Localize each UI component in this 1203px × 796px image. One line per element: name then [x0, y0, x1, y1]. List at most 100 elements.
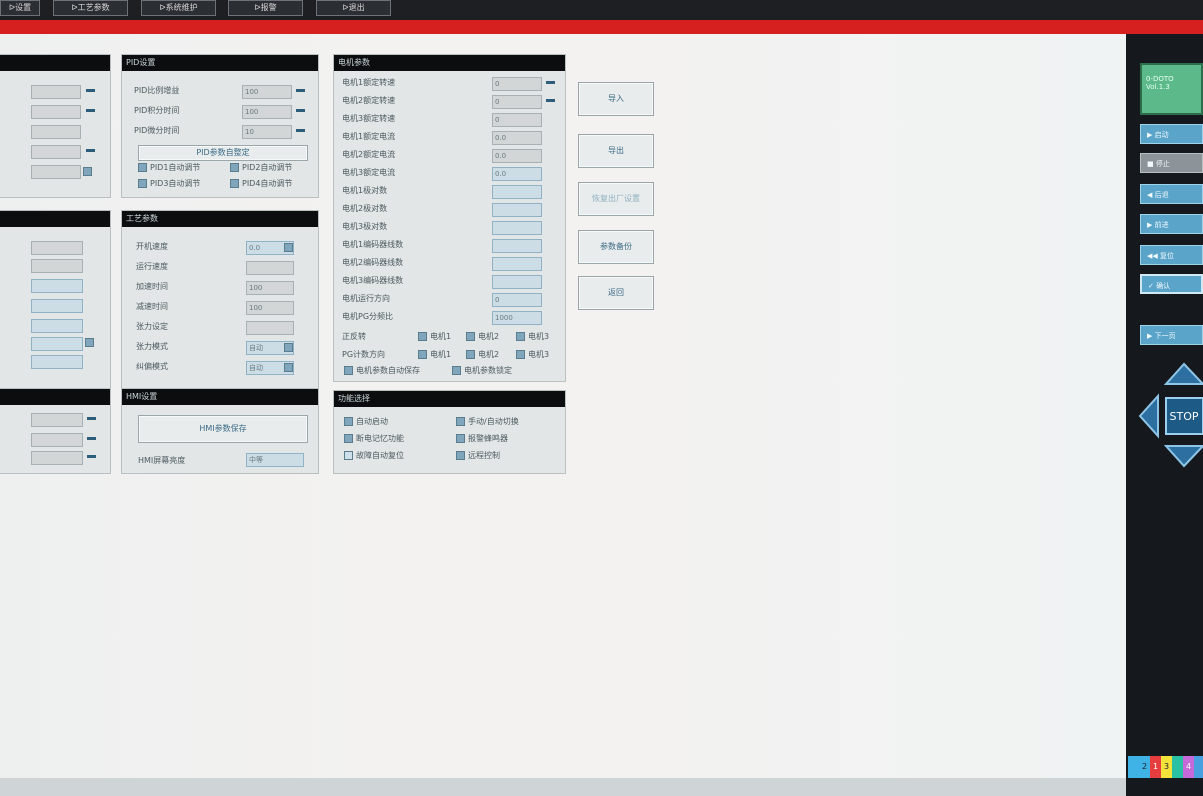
- motor-row2-label-1: 正反转: [342, 332, 366, 341]
- pid-field-1[interactable]: 100: [242, 85, 292, 99]
- left1-field-2[interactable]: [31, 105, 81, 119]
- left1-field-3[interactable]: [31, 125, 81, 139]
- pid4-checkbox[interactable]: [230, 179, 239, 188]
- lock-label: 电机参数锁定: [464, 366, 512, 375]
- motor-field-5[interactable]: 0.0: [492, 149, 542, 163]
- proc-field-3[interactable]: 100: [246, 281, 294, 295]
- motor-field-4[interactable]: 0.0: [492, 131, 542, 145]
- proc-field-2[interactable]: [246, 261, 294, 275]
- motor-label-9: 电机3极对数: [342, 222, 388, 231]
- dropdown-arrow-icon[interactable]: [284, 343, 293, 352]
- left3-field-1[interactable]: [31, 413, 83, 427]
- pid3-checkbox[interactable]: [138, 179, 147, 188]
- menu-maintenance[interactable]: ᐅ系统维护: [141, 0, 216, 16]
- motor-field-12[interactable]: [492, 275, 542, 289]
- backup-button[interactable]: 参数备份: [578, 230, 654, 264]
- manual-auto-label: 手动/自动切换: [468, 417, 519, 426]
- pg-motor3-checkbox[interactable]: [516, 350, 525, 359]
- return-button[interactable]: 返回: [578, 276, 654, 310]
- dropdown-arrow-icon[interactable]: [85, 338, 94, 347]
- dash-icon: [86, 149, 95, 152]
- menu-process-params[interactable]: ᐅ工艺参数: [53, 0, 128, 16]
- pg-motor1-checkbox[interactable]: [418, 350, 427, 359]
- arrow-left-icon[interactable]: [1138, 393, 1159, 439]
- panel-hmi: HMI设置 HMI参数保存 HMI屏幕亮度 中等: [121, 388, 319, 474]
- palette-cyan-2: 2: [1139, 756, 1150, 778]
- factory-reset-button[interactable]: 恢复出厂设置: [578, 182, 654, 216]
- motor-field-6[interactable]: 0.0: [492, 167, 542, 181]
- motor-field-8[interactable]: [492, 203, 542, 217]
- forward-button[interactable]: ▶ 前进: [1140, 214, 1203, 234]
- left3-field-2[interactable]: [31, 433, 83, 447]
- autostart-checkbox[interactable]: [344, 417, 353, 426]
- left3-field-3[interactable]: [31, 451, 83, 465]
- autoreset-checkbox[interactable]: [344, 451, 353, 460]
- hmi-save-button[interactable]: HMI参数保存: [138, 415, 308, 443]
- dropdown-arrow-icon[interactable]: [284, 363, 293, 372]
- motor-label-5: 电机2额定电流: [342, 150, 396, 159]
- dropdown-arrow-icon[interactable]: [83, 167, 92, 176]
- dir-motor3-checkbox[interactable]: [516, 332, 525, 341]
- motor-label-12: 电机3编码器线数: [342, 276, 404, 285]
- left2-field-7[interactable]: [31, 355, 83, 369]
- reset-button[interactable]: ◀◀ 复位: [1140, 245, 1203, 265]
- dropdown-arrow-icon[interactable]: [284, 243, 293, 252]
- arrow-up-icon[interactable]: [1163, 362, 1203, 385]
- start-button[interactable]: ▶ 启动: [1140, 124, 1203, 144]
- memory-checkbox[interactable]: [344, 434, 353, 443]
- dir-motor1-checkbox[interactable]: [418, 332, 427, 341]
- menu-settings[interactable]: ᐅ设置: [0, 0, 40, 16]
- buzzer-checkbox[interactable]: [456, 434, 465, 443]
- pid-autotune-button[interactable]: PID参数自整定: [138, 145, 308, 161]
- motor-field-7[interactable]: [492, 185, 542, 199]
- alarm-bar: [0, 20, 1203, 34]
- pid1-checkbox[interactable]: [138, 163, 147, 172]
- arrow-down-icon[interactable]: [1163, 445, 1203, 468]
- manual-auto-checkbox[interactable]: [456, 417, 465, 426]
- motor-field-14[interactable]: 1000: [492, 311, 542, 325]
- left2-field-4[interactable]: [31, 299, 83, 313]
- motor-field-9[interactable]: [492, 221, 542, 235]
- menu-alarm[interactable]: ᐅ报警: [228, 0, 303, 16]
- dir-motor2-label: 电机2: [478, 332, 500, 341]
- motor-field-2[interactable]: 0: [492, 95, 542, 109]
- next-page-button[interactable]: ▶ 下一页: [1140, 325, 1203, 345]
- left1-field-5[interactable]: [31, 165, 81, 179]
- left2-field-5[interactable]: [31, 319, 83, 333]
- export-button[interactable]: 导出: [578, 134, 654, 168]
- remote-checkbox[interactable]: [456, 451, 465, 460]
- dir-motor2-checkbox[interactable]: [466, 332, 475, 341]
- panel-left-3-header: [0, 389, 110, 405]
- left2-field-3[interactable]: [31, 279, 83, 293]
- lock-checkbox[interactable]: [452, 366, 461, 375]
- pid2-checkbox[interactable]: [230, 163, 239, 172]
- menu-exit[interactable]: ᐅ退出: [316, 0, 391, 16]
- proc-field-5[interactable]: [246, 321, 294, 335]
- stop-button[interactable]: ■ 停止: [1140, 153, 1203, 173]
- motor-field-3[interactable]: 0: [492, 113, 542, 127]
- autosave-checkbox[interactable]: [344, 366, 353, 375]
- left2-field-1[interactable]: [31, 241, 83, 255]
- pg-motor2-checkbox[interactable]: [466, 350, 475, 359]
- confirm-button[interactable]: ✓ 确认: [1140, 274, 1203, 294]
- motor-field-11[interactable]: [492, 257, 542, 271]
- motor-field-13[interactable]: 0: [492, 293, 542, 307]
- left2-field-2[interactable]: [31, 259, 83, 273]
- left1-field-4[interactable]: [31, 145, 81, 159]
- motor-field-10[interactable]: [492, 239, 542, 253]
- pid4-label: PID4自动调节: [242, 179, 293, 188]
- left2-field-6[interactable]: [31, 337, 83, 351]
- hmi-brightness-select[interactable]: 中等: [246, 453, 304, 467]
- pid-field-3[interactable]: 10: [242, 125, 292, 139]
- import-button[interactable]: 导入: [578, 82, 654, 116]
- palette-teal: [1172, 756, 1183, 778]
- proc-field-4[interactable]: 100: [246, 301, 294, 315]
- motor-field-1[interactable]: 0: [492, 77, 542, 91]
- stop-key-label: STOP: [1170, 410, 1199, 423]
- dash-icon: [296, 129, 305, 132]
- pid-field-2[interactable]: 100: [242, 105, 292, 119]
- left1-field-1[interactable]: [31, 85, 81, 99]
- back-button[interactable]: ◀ 后退: [1140, 184, 1203, 204]
- motor-label-3: 电机3额定转速: [342, 114, 396, 123]
- palette-red: 1: [1150, 756, 1161, 778]
